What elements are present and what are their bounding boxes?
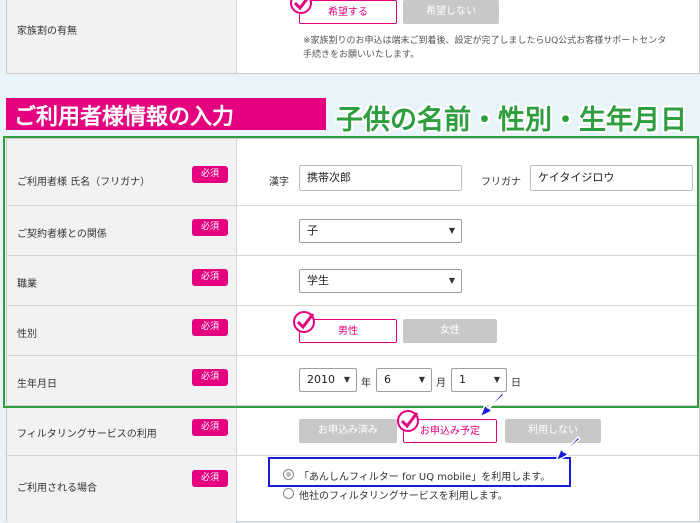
required-badge: 必須 bbox=[192, 419, 228, 436]
filtering-none-label: 利用しない bbox=[528, 425, 578, 436]
filtering-none-button[interactable]: 利用しない bbox=[505, 419, 601, 443]
family-discount-yes-label: 希望する bbox=[328, 7, 368, 18]
filtering-label: フィルタリングサービスの利用 bbox=[17, 429, 157, 440]
family-discount-note-line1: ※家族割りのお申込は端末ご到着後、設定が完了しましたらUQ公式お客様サポートセン… bbox=[303, 36, 667, 46]
usage-option2-radio[interactable] bbox=[283, 488, 294, 499]
check-icon bbox=[397, 410, 419, 432]
required-badge: 必須 bbox=[192, 470, 228, 487]
family-discount-label: 家族割の有無 bbox=[17, 26, 77, 37]
filtering-applied-label: お申込み済み bbox=[318, 425, 378, 436]
family-discount-section: 家族割の有無 希望する 希望しない ※家族割りのお申込は端末ご到着後、設定が完了… bbox=[6, 0, 700, 74]
family-discount-label-cell: 家族割の有無 bbox=[7, 0, 237, 73]
blue-highlight-box bbox=[268, 457, 571, 487]
required-badge-text: 必須 bbox=[200, 422, 219, 432]
green-highlight-box bbox=[3, 136, 699, 408]
filtering-applied-button[interactable]: お申込み済み bbox=[299, 419, 397, 443]
filtering-planned-label: お申込み予定 bbox=[420, 426, 480, 437]
family-discount-note-line2: 手続きをお願いいたします。 bbox=[303, 50, 420, 60]
family-discount-no-label: 希望しない bbox=[426, 6, 476, 17]
arrow-icon bbox=[478, 391, 508, 420]
arrow-icon bbox=[554, 435, 584, 464]
usage-option2-label[interactable]: 他社のフィルタリングサービスを利用します。 bbox=[299, 487, 508, 502]
section-title: ご利用者様情報の入力 bbox=[14, 105, 235, 130]
family-discount-no-button[interactable]: 希望しない bbox=[403, 0, 499, 24]
required-badge-text: 必須 bbox=[200, 473, 219, 483]
family-discount-yes-button[interactable]: 希望する bbox=[299, 0, 397, 24]
usage-case-label: ご利用される場合 bbox=[17, 483, 97, 494]
section-title-banner: ご利用者様情報の入力 bbox=[6, 98, 326, 130]
check-icon bbox=[290, 0, 312, 14]
filtering-row: フィルタリングサービスの利用 必須 お申込み済み お申込み予定 利用しない bbox=[7, 405, 700, 455]
annotation-caption: 子供の名前・性別・生年月日 bbox=[336, 105, 687, 136]
